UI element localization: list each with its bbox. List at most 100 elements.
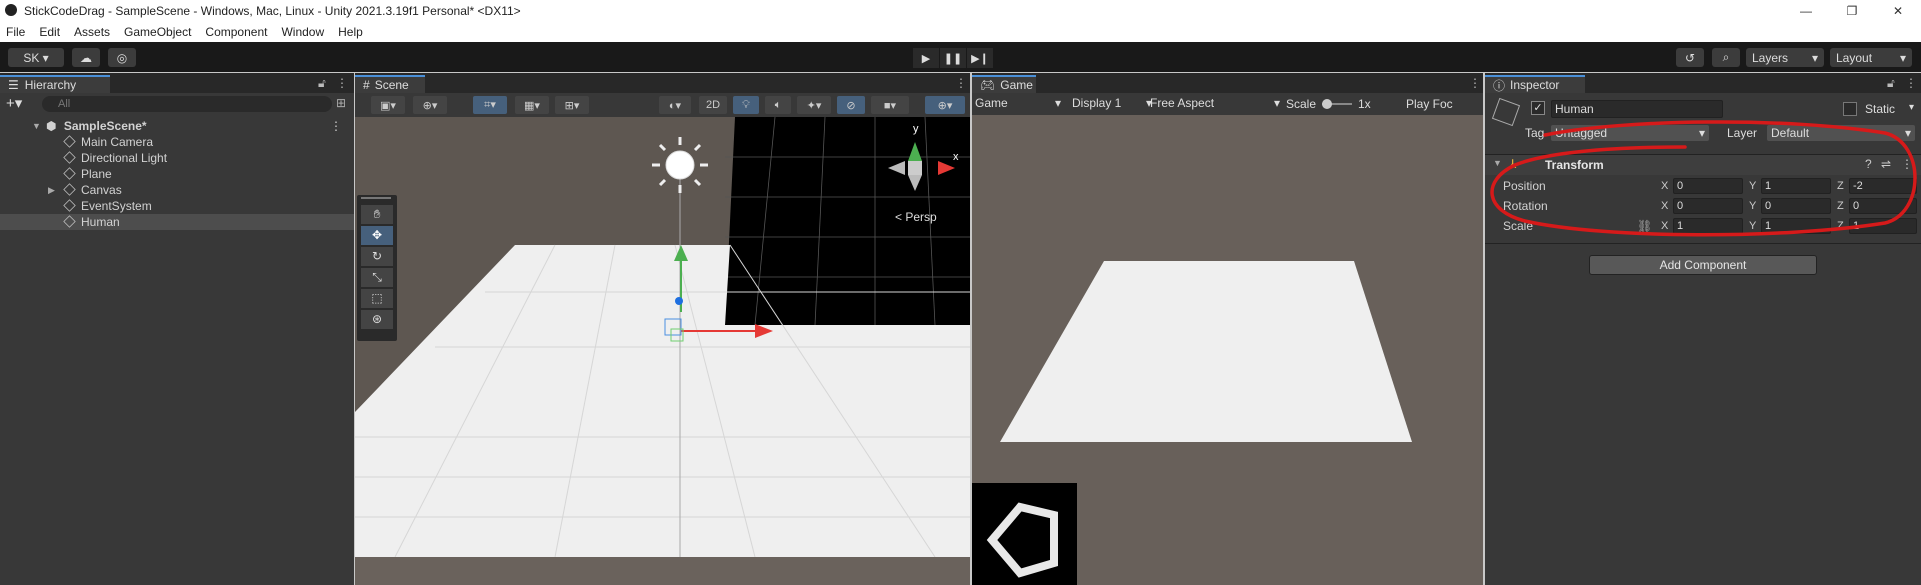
menu-edit[interactable]: Edit (39, 25, 60, 39)
item-label: Plane (81, 167, 112, 181)
search-icon[interactable]: ⌕ (1712, 48, 1740, 67)
collab-icon[interactable]: ◎ (108, 48, 136, 67)
global-local-toggle[interactable]: ⊕▾ (413, 96, 447, 114)
camera-settings-dropdown[interactable]: ■▾ (871, 96, 909, 114)
expand-arrow-icon[interactable]: ▶ (48, 182, 55, 198)
kebab-menu-icon[interactable]: ⋮ (955, 76, 967, 90)
grid-visibility-dropdown[interactable]: ▦▾ (515, 96, 549, 114)
lock-icon[interactable]: 🔓︎ (318, 76, 326, 91)
tab-inspector[interactable]: ⓘ Inspector (1485, 75, 1585, 93)
menu-component[interactable]: Component (205, 25, 267, 39)
grid-snap-toggle[interactable]: ⌗▾ (473, 96, 507, 114)
play-button[interactable]: ▶ (913, 48, 939, 68)
scale-tool-icon[interactable]: ⤡ (361, 268, 393, 287)
kebab-menu-icon[interactable]: ⋮ (1905, 76, 1917, 90)
drag-handle-icon[interactable] (361, 197, 391, 199)
scale-x-field[interactable]: 1 (1673, 218, 1743, 234)
menu-assets[interactable]: Assets (74, 25, 110, 39)
help-icon[interactable]: ? (1865, 157, 1872, 171)
directional-light-icon[interactable] (665, 150, 695, 180)
chevron-down-icon[interactable]: ▾ (1909, 102, 1914, 113)
display-dropdown[interactable]: Display 1 ▾ (1072, 96, 1152, 112)
filter-icon[interactable]: ⊞ (336, 96, 346, 110)
rect-tool-icon[interactable]: ⬚ (361, 289, 393, 308)
position-x-field[interactable]: 0 (1673, 178, 1743, 194)
tab-scene[interactable]: # Scene (355, 75, 425, 93)
step-button[interactable]: ▶❙ (967, 48, 993, 68)
add-icon[interactable]: +▾ (6, 94, 22, 112)
move-tool-icon[interactable]: ✥ (361, 226, 393, 245)
layers-dropdown[interactable]: Layers ▾ (1746, 48, 1824, 67)
tag-dropdown[interactable]: Untagged ▾ (1551, 125, 1709, 141)
tab-hierarchy[interactable]: ☰ Hierarchy (0, 75, 110, 93)
list-item[interactable]: ▶ Canvas (0, 182, 354, 198)
draw-mode-dropdown[interactable]: ▣▾ (371, 96, 405, 114)
rotate-tool-icon[interactable]: ↻ (361, 247, 393, 266)
list-item[interactable]: Directional Light (0, 150, 354, 166)
maximize-button[interactable]: ❐ (1829, 0, 1875, 22)
scene-viewport[interactable]: y x < Persp (355, 117, 970, 585)
list-item[interactable]: EventSystem (0, 198, 354, 214)
layout-dropdown[interactable]: Layout ▾ (1830, 48, 1912, 67)
kebab-menu-icon[interactable]: ⋮ (1901, 157, 1913, 171)
kebab-menu-icon[interactable]: ⋮ (1469, 76, 1481, 90)
scale-slider[interactable] (1322, 99, 1352, 109)
link-icon[interactable]: ⛓︎ (1637, 217, 1652, 235)
scale-slider-handle[interactable] (1322, 99, 1332, 109)
list-item[interactable]: Human (0, 214, 354, 230)
rotation-x-field[interactable]: 0 (1673, 198, 1743, 214)
scale-y-field[interactable]: 1 (1761, 218, 1831, 234)
scale-z-field[interactable]: 1 (1849, 218, 1917, 234)
history-icon[interactable]: ↺ (1676, 48, 1704, 67)
kebab-menu-icon[interactable]: ⋮ (330, 118, 342, 134)
perspective-label[interactable]: < Persp (895, 210, 937, 224)
menu-help[interactable]: Help (338, 25, 363, 39)
hidden-objects-toggle[interactable]: ⊘ (837, 96, 865, 114)
kebab-menu-icon[interactable]: ⋮ (336, 76, 348, 90)
rotation-x-value: 0 (1677, 200, 1684, 212)
position-y-field[interactable]: 1 (1761, 178, 1831, 194)
add-component-button[interactable]: Add Component (1589, 255, 1817, 275)
menu-file[interactable]: File (6, 25, 25, 39)
pause-button[interactable]: ❚❚ (940, 48, 966, 68)
close-button[interactable]: ✕ (1875, 0, 1921, 22)
menu-gameobject[interactable]: GameObject (124, 25, 191, 39)
active-checkbox[interactable]: ✓ (1531, 101, 1545, 115)
transform-title: Transform (1545, 158, 1604, 172)
transform-tool-icon[interactable]: ⊛ (361, 310, 393, 329)
lighting-toggle[interactable]: 💡︎ (733, 96, 759, 114)
transform-header[interactable]: ▼ ⅄ Transform ? ⇌ ⋮ (1485, 155, 1921, 175)
game-viewport[interactable] (972, 115, 1483, 585)
hierarchy-search-input[interactable]: All (42, 96, 332, 112)
game-mode-dropdown[interactable]: Game ▾ (975, 96, 1061, 112)
position-z-field[interactable]: -2 (1849, 178, 1917, 194)
audio-toggle[interactable]: 🔈︎ (765, 96, 791, 114)
static-checkbox[interactable] (1843, 102, 1857, 116)
lock-icon[interactable]: 🔓︎ (1887, 76, 1895, 91)
list-item[interactable]: Plane (0, 166, 354, 182)
hand-tool-icon[interactable]: ✋︎ (361, 205, 393, 224)
gizmos-dropdown[interactable]: ⊕▾ (925, 96, 965, 114)
object-name-field[interactable]: Human (1551, 100, 1723, 118)
shading-mode-dropdown[interactable]: ◐▾ (659, 96, 691, 114)
expand-arrow-icon[interactable]: ▼ (1493, 158, 1502, 168)
list-item[interactable]: Main Camera (0, 134, 354, 150)
cloud-icon[interactable]: ☁ (72, 48, 100, 67)
play-focus-dropdown[interactable]: Play Foc (1406, 97, 1453, 111)
account-dropdown[interactable]: SK ▾ (8, 48, 64, 67)
presets-icon[interactable]: ⇌ (1881, 157, 1891, 171)
rotation-z-field[interactable]: 0 (1849, 198, 1917, 214)
scene-row[interactable]: ▼ ⬢ SampleScene* ⋮ (0, 118, 354, 134)
aspect-dropdown[interactable]: Free Aspect ▾ (1150, 96, 1280, 112)
increment-snap-dropdown[interactable]: ⊞▾ (555, 96, 589, 114)
tab-game[interactable]: 🎮︎ Game (972, 75, 1036, 93)
2d-toggle[interactable]: 2D (699, 96, 727, 114)
menu-window[interactable]: Window (281, 25, 324, 39)
gizmo-center-cube[interactable] (908, 161, 922, 175)
rotation-y-field[interactable]: 0 (1761, 198, 1831, 214)
expand-arrow-icon[interactable]: ▼ (32, 118, 41, 134)
effects-dropdown[interactable]: ✦▾ (797, 96, 831, 114)
move-gizmo-z-handle[interactable] (675, 297, 683, 305)
minimize-button[interactable]: — (1783, 0, 1829, 22)
layer-dropdown[interactable]: Default ▾ (1767, 125, 1915, 141)
